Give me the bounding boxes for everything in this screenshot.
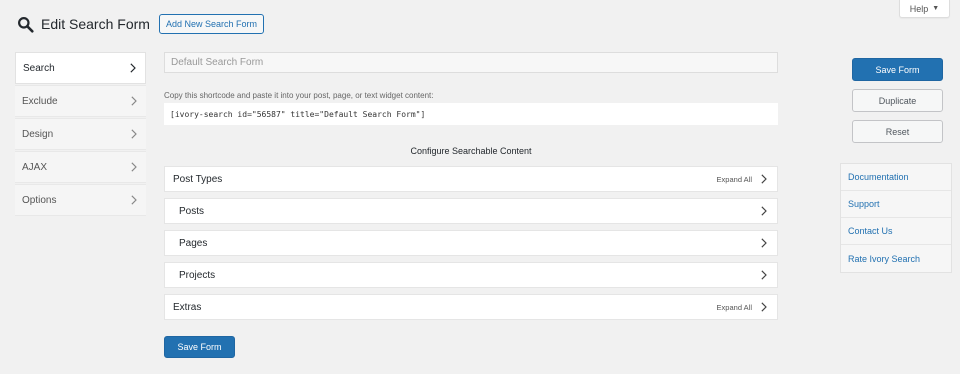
tab-design[interactable]: Design [15, 118, 146, 150]
accordion-label: Extras [173, 301, 202, 313]
rate-ivory-search-link[interactable]: Rate Ivory Search [841, 245, 951, 272]
save-form-button[interactable]: Save Form [852, 58, 943, 81]
contact-us-link[interactable]: Contact Us [841, 218, 951, 245]
accordion-controls: Expand All [717, 302, 767, 312]
accordion-controls: Expand All [717, 174, 767, 184]
page-title: Edit Search Form [41, 16, 150, 32]
chevron-right-icon [761, 302, 767, 312]
tab-label: Exclude [22, 95, 58, 107]
searchable-content-accordion: Post Types Expand All Posts Pages Projec… [164, 166, 778, 320]
caret-down-icon: ▼ [932, 5, 940, 12]
page-header: Edit Search Form Add New Search Form [17, 12, 264, 36]
tab-label: AJAX [22, 161, 48, 173]
tab-exclude[interactable]: Exclude [15, 85, 146, 117]
accordion-posts[interactable]: Posts [164, 198, 778, 224]
section-heading: Configure Searchable Content [410, 146, 532, 156]
tab-label: Options [22, 194, 57, 206]
add-new-search-form-button[interactable]: Add New Search Form [158, 14, 264, 34]
expand-all-link[interactable]: Expand All [717, 303, 752, 312]
save-form-button-bottom[interactable]: Save Form [164, 336, 235, 358]
help-tab[interactable]: Help ▼ [899, 0, 950, 18]
accordion-pages[interactable]: Pages [164, 230, 778, 256]
expand-all-link[interactable]: Expand All [717, 175, 752, 184]
settings-tabs: Search Exclude Design AJAX Options [15, 52, 146, 217]
chevron-right-icon [131, 96, 137, 106]
chevron-right-icon [761, 206, 767, 216]
tab-options[interactable]: Options [15, 184, 146, 216]
chevron-right-icon [131, 162, 137, 172]
support-link[interactable]: Support [841, 191, 951, 218]
search-form-editor: Default Search Form Copy this shortcode … [164, 52, 778, 358]
accordion-label: Posts [179, 205, 205, 217]
chevron-right-icon [761, 174, 767, 184]
chevron-right-icon [131, 195, 137, 205]
chevron-right-icon [130, 63, 136, 73]
search-icon [18, 16, 34, 33]
tab-label: Design [22, 128, 54, 140]
actions-panel: Save Form Duplicate Reset [852, 58, 943, 143]
chevron-right-icon [761, 238, 767, 248]
accordion-label: Projects [179, 269, 216, 281]
accordion-label: Pages [179, 237, 208, 249]
shortcode-label: Copy this shortcode and paste it into yo… [164, 91, 434, 100]
tab-search[interactable]: Search [15, 52, 146, 84]
chevron-right-icon [131, 129, 137, 139]
duplicate-button[interactable]: Duplicate [852, 89, 943, 112]
reset-button[interactable]: Reset [852, 120, 943, 143]
tab-ajax[interactable]: AJAX [15, 151, 146, 183]
accordion-projects[interactable]: Projects [164, 262, 778, 288]
accordion-post-types[interactable]: Post Types Expand All [164, 166, 778, 192]
help-label: Help [909, 3, 929, 14]
shortcode-field[interactable]: [ivory-search id="56587" title="Default … [164, 103, 778, 125]
tab-label: Search [23, 62, 55, 74]
chevron-right-icon [761, 270, 767, 280]
accordion-label: Post Types [173, 173, 223, 185]
accordion-extras[interactable]: Extras Expand All [164, 294, 778, 320]
form-title-input[interactable]: Default Search Form [164, 52, 778, 73]
documentation-link[interactable]: Documentation [841, 164, 951, 191]
help-links-panel: Documentation Support Contact Us Rate Iv… [840, 163, 952, 273]
